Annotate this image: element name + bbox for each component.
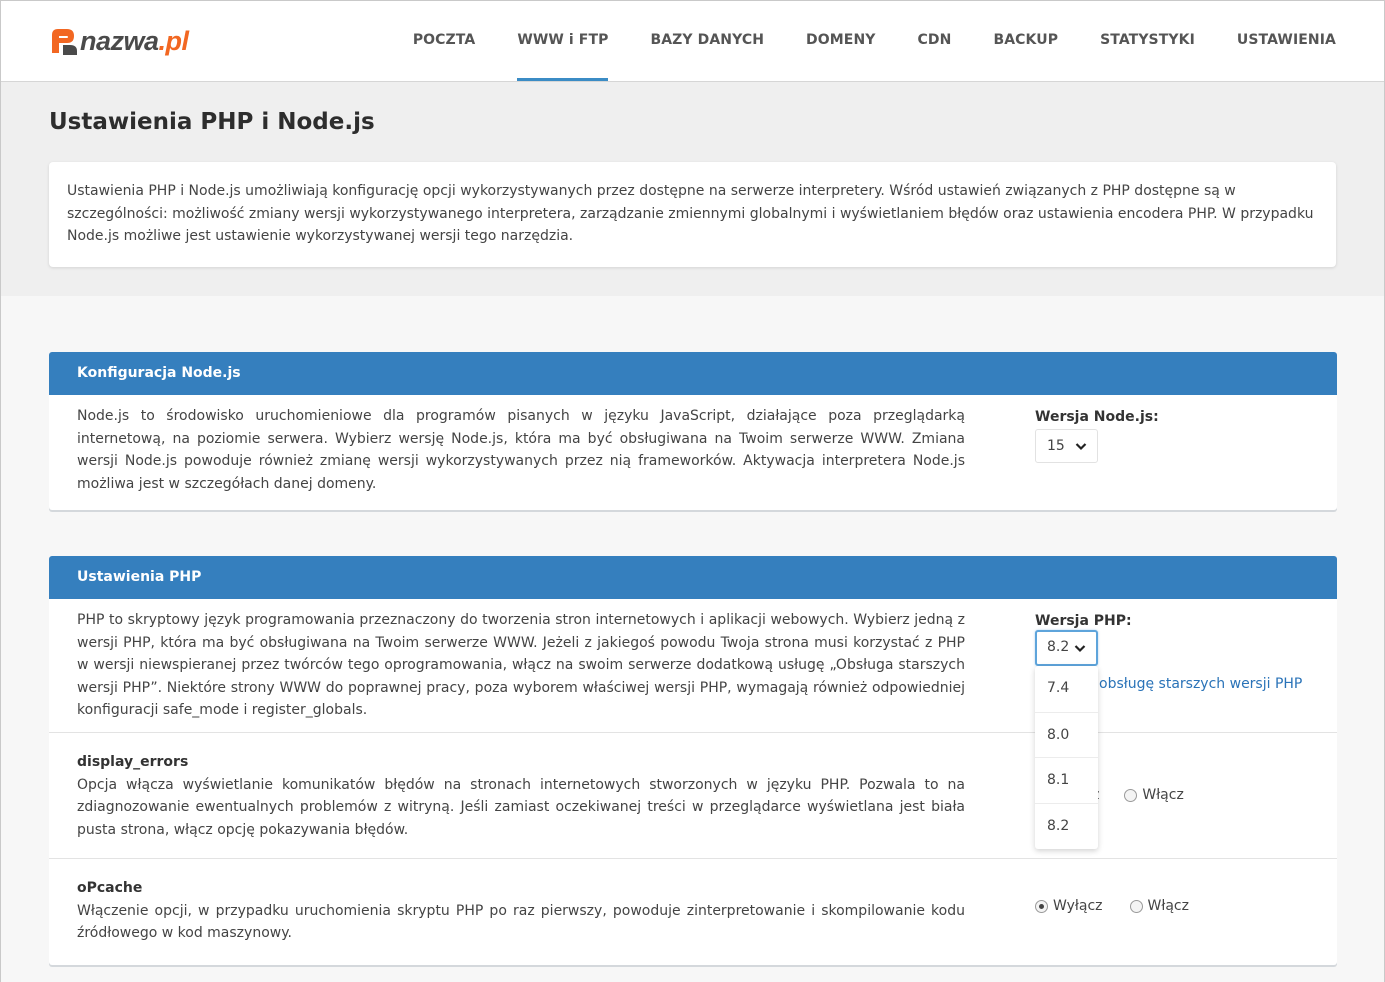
php-option-8-0[interactable]: 8.0 [1035, 711, 1098, 758]
node-version-row: Node.js to środowisko uruchomieniowe dla… [49, 395, 1337, 510]
page-title: Ustawienia PHP i Node.js [49, 109, 375, 135]
nav-poczta[interactable]: POCZTA [413, 1, 476, 81]
legacy-php-link[interactable]: obsługę starszych wersji PHP [1099, 676, 1302, 692]
php-settings-panel: Ustawienia PHP PHP to skryptowy język pr… [49, 556, 1337, 965]
node-version-label: Wersja Node.js: [1035, 409, 1159, 425]
nav-backup[interactable]: BACKUP [993, 1, 1058, 81]
intro-box: Ustawienia PHP i Node.js umożliwiają kon… [49, 162, 1336, 267]
node-config-panel: Konfiguracja Node.js Node.js to środowis… [49, 352, 1337, 510]
opcache-row: oPcache Włączenie opcji, w przypadku uru… [49, 859, 1337, 965]
php-option-7-4[interactable]: 7.4 [1035, 666, 1098, 712]
panel-header-node: Konfiguracja Node.js [49, 352, 1337, 395]
node-version-value: 15 [1047, 438, 1065, 454]
radio-icon [1124, 788, 1138, 802]
display-errors-on-radio[interactable]: Włącz [1124, 787, 1184, 803]
display-errors-description: Opcja włącza wyświetlanie komunikatów bł… [77, 776, 965, 838]
main-nav: POCZTA WWW i FTP BAZY DANYCH DOMENY CDN … [371, 1, 1336, 81]
logo[interactable]: nazwa.pl [49, 23, 189, 59]
radio-icon [1129, 899, 1143, 913]
chevron-down-icon [1074, 645, 1086, 653]
php-version-label: Wersja PHP: [1035, 613, 1132, 629]
nav-statystyki[interactable]: STATYSTYKI [1100, 1, 1195, 81]
top-bar: nazwa.pl POCZTA WWW i FTP BAZY DANYCH DO… [1, 1, 1384, 82]
php-option-8-1[interactable]: 8.1 [1035, 757, 1098, 803]
php-version-row: PHP to skryptowy język programowania prz… [49, 599, 1337, 733]
php-version-dropdown: 7.4 8.0 8.1 8.2 [1035, 666, 1098, 849]
nav-domeny[interactable]: DOMENY [806, 1, 875, 81]
opcache-block: oPcache Włączenie opcji, w przypadku uru… [77, 877, 965, 945]
opcache-off-label: Wyłącz [1053, 898, 1103, 914]
php-option-8-2[interactable]: 8.2 [1035, 802, 1098, 849]
node-description: Node.js to środowisko uruchomieniowe dla… [77, 408, 965, 492]
radio-selected-icon [1035, 899, 1048, 913]
php-version-value: 8.2 [1047, 639, 1070, 655]
node-version-select[interactable]: 15 [1035, 429, 1098, 463]
php-version-select[interactable]: 8.2 [1035, 630, 1098, 666]
php-description: PHP to skryptowy język programowania prz… [77, 612, 965, 718]
nav-cdn[interactable]: CDN [918, 1, 952, 81]
nav-bazy-danych[interactable]: BAZY DANYCH [650, 1, 764, 81]
nav-www-ftp[interactable]: WWW i FTP [517, 1, 609, 81]
opcache-off-radio[interactable]: Wyłącz [1035, 898, 1103, 914]
logo-text: nazwa.pl [80, 26, 189, 57]
opcache-on-label: Włącz [1147, 898, 1189, 914]
opcache-description: Włączenie opcji, w przypadku uruchomieni… [77, 902, 965, 942]
nazwa-logo-icon [52, 29, 77, 55]
nav-ustawienia[interactable]: USTAWIENIA [1237, 1, 1336, 81]
opcache-title: oPcache [77, 880, 143, 896]
display-errors-row: display_errors Opcja włącza wyświetlanie… [49, 733, 1337, 859]
logo-tld: .pl [158, 25, 190, 56]
display-errors-title: display_errors [77, 754, 189, 770]
chevron-down-icon [1075, 443, 1087, 451]
display-errors-block: display_errors Opcja włącza wyświetlanie… [77, 751, 965, 841]
display-errors-on-label: Włącz [1142, 787, 1184, 803]
panel-header-php: Ustawienia PHP [49, 556, 1337, 599]
opcache-radios: Wyłącz Włącz [1035, 898, 1216, 914]
opcache-on-radio[interactable]: Włącz [1129, 898, 1189, 914]
logo-name: nazwa [80, 25, 159, 56]
